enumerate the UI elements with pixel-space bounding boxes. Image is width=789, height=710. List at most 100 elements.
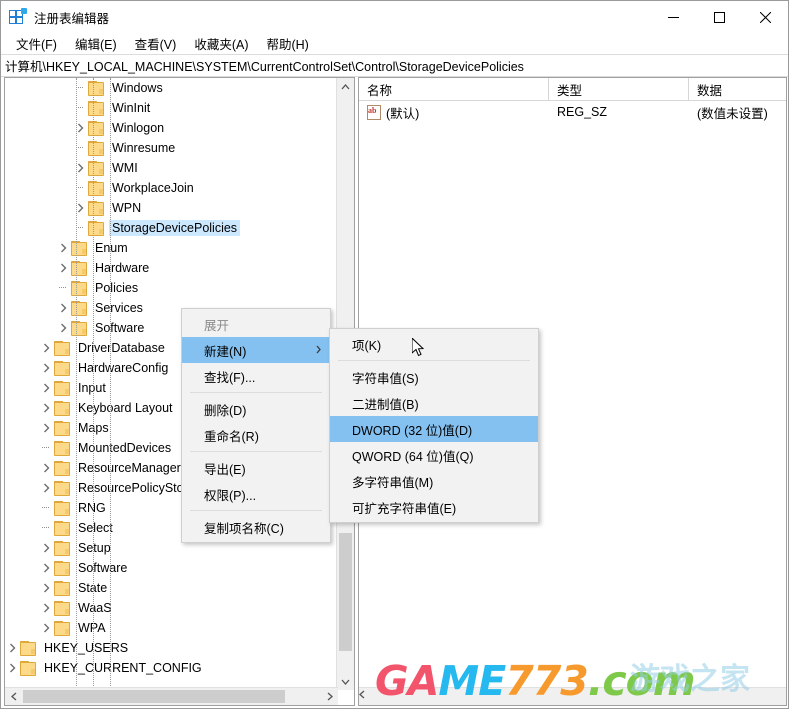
tree-item-policies[interactable]: Policies (5, 278, 338, 298)
list-horizontal-scrollbar[interactable] (359, 687, 786, 705)
menu-file[interactable]: 文件(F) (7, 33, 66, 54)
chevron-right-icon[interactable] (39, 378, 53, 398)
tree-item-wmi[interactable]: WMI (5, 158, 338, 178)
tree-indent-spacer (5, 218, 73, 238)
context-menu-item-1[interactable]: 新建(N) (182, 337, 330, 363)
tree-item-state[interactable]: State (5, 578, 338, 598)
chevron-right-icon[interactable] (39, 338, 53, 358)
maximize-button[interactable] (696, 1, 742, 33)
tree-item-enum[interactable]: Enum (5, 238, 338, 258)
chevron-right-icon[interactable] (56, 318, 70, 338)
tree-indent-spacer (5, 458, 39, 478)
close-button[interactable] (742, 1, 788, 33)
tree-item-label: Winlogon (112, 121, 165, 135)
chevron-right-icon[interactable] (39, 578, 53, 598)
tree-item-winlogon[interactable]: Winlogon (5, 118, 338, 138)
chevron-right-icon[interactable] (56, 238, 70, 258)
scroll-down-arrow-icon[interactable] (337, 673, 354, 690)
tree-item-waas[interactable]: WaaS (5, 598, 338, 618)
new-submenu-item-6[interactable]: 多字符串值(M) (330, 468, 538, 494)
table-row[interactable]: ab (默认) REG_SZ (数值未设置) (359, 101, 786, 123)
folder-icon (87, 141, 104, 156)
new-submenu-item-3[interactable]: 二进制值(B) (330, 390, 538, 416)
column-header-name[interactable]: 名称 (359, 78, 549, 100)
tree-indent-spacer (5, 438, 39, 458)
menu-edit[interactable]: 编辑(E) (66, 33, 126, 54)
tree-indent-spacer (5, 378, 39, 398)
chevron-right-icon[interactable] (39, 458, 53, 478)
chevron-right-icon[interactable] (39, 538, 53, 558)
tree-indent-spacer (5, 318, 56, 338)
new-submenu-item-4[interactable]: DWORD (32 位)值(D) (330, 416, 538, 442)
tree-item-software[interactable]: Software (5, 558, 338, 578)
tree-indent-spacer (5, 558, 39, 578)
title-bar: 注册表编辑器 (1, 1, 788, 33)
tree-item-wpa[interactable]: WPA (5, 618, 338, 638)
minimize-button[interactable] (650, 1, 696, 33)
new-submenu-item-label: 字符串值(S) (352, 371, 419, 386)
chevron-right-icon[interactable] (39, 618, 53, 638)
folder-icon (87, 161, 104, 176)
chevron-right-icon[interactable] (39, 558, 53, 578)
context-menu-item-2[interactable]: 查找(F)... (182, 363, 330, 389)
folder-icon (70, 321, 87, 336)
tree-item-label: Policies (95, 281, 139, 295)
tree-item-winresume[interactable]: Winresume (5, 138, 338, 158)
chevron-right-icon[interactable] (39, 478, 53, 498)
tree-indent-spacer (5, 518, 39, 538)
chevron-right-icon[interactable] (56, 258, 70, 278)
new-submenu[interactable]: 项(K) 字符串值(S) 二进制值(B) DWORD (32 位)值(D) QWORD … (329, 328, 539, 523)
tree-item-wpn[interactable]: WPN (5, 198, 338, 218)
value-data-cell: (数值未设置) (697, 106, 768, 121)
column-header-data[interactable]: 数据 (689, 78, 786, 100)
new-submenu-item-5[interactable]: QWORD (64 位)值(Q) (330, 442, 538, 468)
tree-item-hkey-current-config[interactable]: HKEY_CURRENT_CONFIG (5, 658, 338, 678)
context-menu-item-8[interactable]: 权限(P)... (182, 481, 330, 507)
new-submenu-item-7[interactable]: 可扩充字符串值(E) (330, 494, 538, 520)
tree-item-hkey-users[interactable]: HKEY_USERS (5, 638, 338, 658)
context-menu[interactable]: 展开新建(N) 查找(F)... 删除(D) 重命名(R) 导出(E) 权限(P)... 复… (181, 308, 331, 543)
folder-icon (70, 281, 87, 296)
chevron-right-icon[interactable] (56, 298, 70, 318)
context-menu-item-7[interactable]: 导出(E) (182, 455, 330, 481)
context-menu-item-5[interactable]: 重命名(R) (182, 422, 330, 448)
tree-indent-spacer (5, 78, 73, 98)
tree-item-label: WorkplaceJoin (112, 181, 194, 195)
context-menu-item-4[interactable]: 删除(D) (182, 396, 330, 422)
chevron-right-icon[interactable] (5, 638, 19, 658)
tree-item-workplacejoin[interactable]: WorkplaceJoin (5, 178, 338, 198)
context-menu-item-label: 展开 (204, 318, 230, 333)
tree-item-label: ResourceManager (78, 461, 181, 475)
folder-icon (53, 381, 70, 396)
tree-item-wininit[interactable]: WinInit (5, 98, 338, 118)
menu-favorites[interactable]: 收藏夹(A) (185, 33, 257, 54)
content-area: Windows WinInit Winlogon Winresume WMI Workpl… (1, 76, 789, 710)
tree-horizontal-scrollbar[interactable] (5, 687, 338, 705)
chevron-right-icon[interactable] (39, 398, 53, 418)
chevron-right-icon[interactable] (39, 598, 53, 618)
tree-hscroll-thumb[interactable] (23, 690, 285, 703)
list-scroll-left-arrow-icon[interactable] (359, 688, 786, 702)
new-submenu-item-0[interactable]: 项(K) (330, 331, 538, 357)
chevron-right-icon[interactable] (39, 358, 53, 378)
tree-item-label: Software (78, 561, 128, 575)
scroll-left-arrow-icon[interactable] (5, 688, 22, 705)
column-header-type[interactable]: 类型 (549, 78, 689, 100)
new-submenu-item-2[interactable]: 字符串值(S) (330, 364, 538, 390)
menu-bar: 文件(F) 编辑(E) 查看(V) 收藏夹(A) 帮助(H) (1, 33, 788, 54)
menu-help[interactable]: 帮助(H) (257, 33, 317, 54)
context-menu-item-10[interactable]: 复制项名称(C) (182, 514, 330, 540)
tree-item-windows[interactable]: Windows (5, 78, 338, 98)
tree-indent-spacer (5, 618, 39, 638)
scroll-right-arrow-icon[interactable] (321, 688, 338, 705)
tree-scroll-thumb[interactable] (339, 533, 352, 651)
menu-view[interactable]: 查看(V) (126, 33, 186, 54)
chevron-right-icon[interactable] (5, 658, 19, 678)
scroll-up-arrow-icon[interactable] (337, 78, 354, 95)
tree-item-hardware[interactable]: Hardware (5, 258, 338, 278)
folder-icon (87, 101, 104, 116)
new-submenu-item-label: DWORD (32 位)值(D) (352, 423, 473, 438)
tree-item-storagedevicepolicies[interactable]: StorageDevicePolicies (5, 218, 338, 238)
address-bar[interactable]: 计算机\HKEY_LOCAL_MACHINE\SYSTEM\CurrentCon… (1, 54, 788, 77)
chevron-right-icon[interactable] (39, 418, 53, 438)
